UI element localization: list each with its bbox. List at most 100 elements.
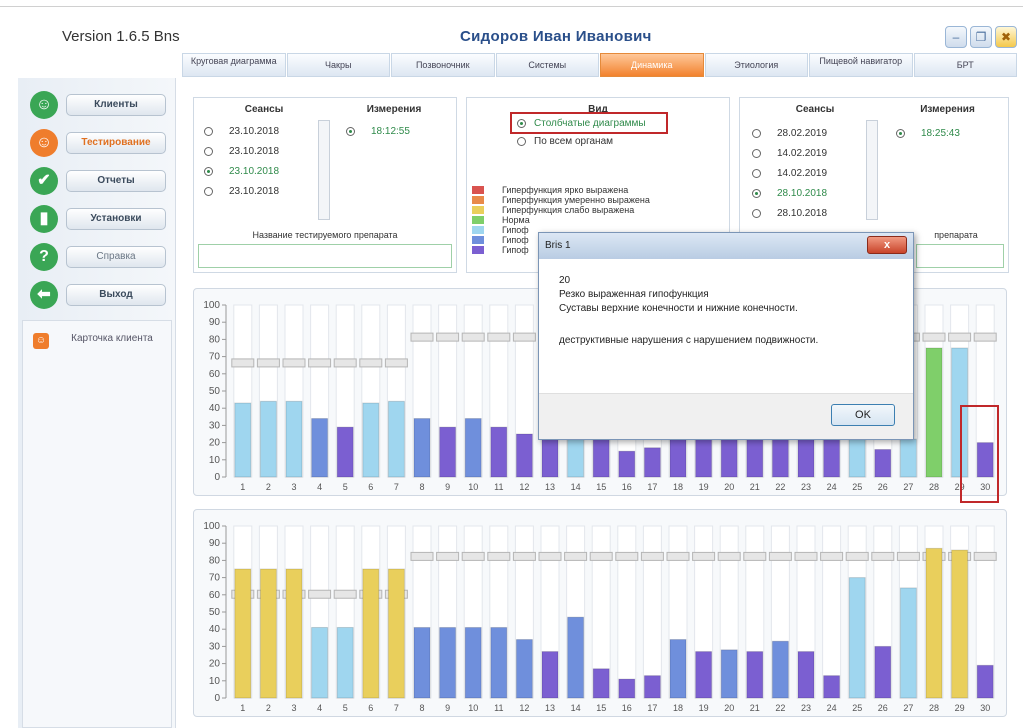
client-card-label[interactable]: Карточка клиента (67, 333, 157, 345)
minimize-icon[interactable]: – (945, 26, 967, 48)
bar (951, 549, 969, 699)
bar (669, 438, 687, 478)
sidebar-item-settings[interactable]: ▮ Установки (18, 205, 176, 235)
dialog-line: Суставы верхние конечности и нижние коне… (559, 303, 798, 314)
client-card-icon[interactable]: ☺ (33, 333, 49, 349)
bar (592, 438, 610, 478)
y-tick-label: 20 (209, 659, 221, 670)
tab-chakras[interactable]: Чакры (286, 53, 390, 77)
x-tick-label: 15 (596, 703, 606, 713)
bar (413, 626, 431, 699)
legend-label: Гиперфункция слабо выражена (502, 205, 635, 215)
x-tick-label: 11 (494, 482, 503, 492)
legend-label: Норма (502, 215, 530, 225)
settings-button[interactable]: Установки (66, 208, 166, 230)
radio-button[interactable] (896, 129, 905, 138)
view-option-organs[interactable]: По всем органам (517, 136, 613, 147)
left-session-row[interactable]: 23.10.2018 (204, 146, 279, 157)
reference-marker (640, 551, 664, 561)
clients-button[interactable]: Клиенты (66, 94, 166, 116)
y-tick-label: 80 (209, 334, 221, 345)
right-drug-field[interactable] (916, 244, 1004, 268)
right-session-row[interactable]: 14.02.2019 (752, 148, 827, 159)
radio-button[interactable] (752, 209, 761, 218)
tab-etiology[interactable]: Этиология (704, 53, 808, 77)
reports-button[interactable]: Отчеты (66, 170, 166, 192)
x-tick-label: 19 (699, 482, 709, 492)
left-session-row[interactable]: 23.10.2018 (204, 166, 279, 177)
exit-button[interactable]: Выход (66, 284, 166, 306)
right-sessions-scrollbar[interactable] (866, 120, 878, 220)
x-tick-label: 21 (750, 703, 760, 713)
x-tick-label: 17 (647, 482, 657, 492)
tab-systems[interactable]: Системы (495, 53, 599, 77)
tab-food-navigator[interactable]: Пищевой навигатор (809, 53, 913, 77)
right-measure-row[interactable]: 18:25:43 (896, 128, 960, 139)
legend-swatch (472, 216, 484, 224)
x-tick-label: 2 (266, 703, 271, 713)
right-session-row[interactable]: 28.02.2019 (752, 128, 827, 139)
x-tick-label: 25 (852, 703, 862, 713)
reference-marker (487, 332, 511, 342)
bar (925, 347, 943, 478)
bar (925, 547, 943, 699)
y-tick-label: 20 (209, 438, 221, 449)
bar (643, 675, 661, 699)
left-sessions-scrollbar[interactable] (318, 120, 330, 220)
sidebar-item-exit[interactable]: ⬅ Выход (18, 281, 176, 311)
legend-swatch (472, 236, 484, 244)
tab-brt[interactable]: БРТ (913, 53, 1017, 77)
right-session-row[interactable]: 28.10.2018 (752, 208, 827, 219)
bar (515, 639, 533, 699)
radio-button[interactable] (752, 189, 761, 198)
close-icon[interactable]: ✖ (995, 26, 1017, 48)
sidebar-item-help[interactable]: ? Справка (18, 243, 176, 273)
right-session-row[interactable]: 28.10.2018 (752, 188, 827, 199)
tab-spine[interactable]: Позвоночник (391, 53, 495, 77)
left-measure-row[interactable]: 18:12:55 (346, 126, 410, 137)
dialog-close-icon[interactable]: x (867, 236, 907, 254)
bar (669, 639, 687, 699)
radio-button[interactable] (204, 127, 213, 136)
tab-dynamics[interactable]: Динамика (600, 53, 704, 77)
bar (311, 418, 329, 478)
dialog-line: 20 (559, 275, 571, 286)
radio-button[interactable] (204, 187, 213, 196)
radio-button[interactable] (204, 147, 213, 156)
radio-button[interactable] (204, 167, 213, 176)
ok-button[interactable]: OK (831, 404, 895, 426)
bar-background (642, 525, 662, 699)
reference-marker (717, 551, 741, 561)
sidebar-item-clients[interactable]: ☺ Клиенты (18, 91, 176, 121)
bar (259, 568, 277, 699)
sidebar-item-reports[interactable]: ✔ Отчеты (18, 167, 176, 197)
left-session-row[interactable]: 23.10.2018 (204, 186, 279, 197)
left-session-row[interactable]: 23.10.2018 (204, 126, 279, 137)
help-button[interactable]: Справка (66, 246, 166, 268)
reference-marker (922, 332, 946, 342)
tab-circular-diagram[interactable]: Круговая диаграмма (182, 53, 286, 77)
bar (387, 568, 405, 699)
left-drug-field[interactable] (198, 244, 452, 268)
radio-button[interactable] (517, 137, 526, 146)
radio-button[interactable] (346, 127, 355, 136)
legend-label: Гипоф (502, 235, 529, 245)
settings-bars-icon: ▮ (30, 205, 58, 233)
x-tick-label: 4 (317, 703, 322, 713)
dialog-title: Bris 1 (545, 240, 571, 251)
session-date: 23.10.2018 (229, 186, 280, 197)
testing-button[interactable]: Тестирование (66, 132, 166, 154)
reference-marker (589, 551, 613, 561)
dialog-body: 20 Резко выраженная гипофункция Суставы … (545, 259, 907, 399)
maximize-icon[interactable]: ❐ (970, 26, 992, 48)
sidebar-item-testing[interactable]: ☺ Тестирование (18, 129, 176, 159)
radio-button[interactable] (752, 129, 761, 138)
x-tick-label: 30 (980, 703, 990, 713)
radio-button[interactable] (752, 169, 761, 178)
app-version: Version 1.6.5 Bns (62, 28, 180, 45)
radio-button[interactable] (752, 149, 761, 158)
right-session-row[interactable]: 14.02.2019 (752, 168, 827, 179)
reference-marker (436, 551, 460, 561)
bar (592, 668, 610, 699)
session-date: 23.10.2018 (229, 146, 280, 157)
